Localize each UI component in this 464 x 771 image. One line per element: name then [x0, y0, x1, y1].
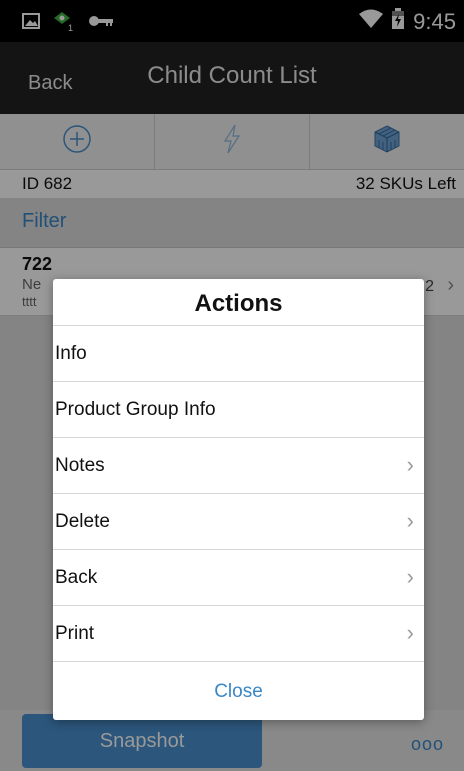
action-label: Info [55, 343, 87, 364]
chevron-right-icon: › [406, 452, 414, 477]
action-item-print[interactable]: Print › [53, 606, 424, 662]
action-item-info[interactable]: Info [53, 326, 424, 382]
action-item-notes[interactable]: Notes › [53, 438, 424, 494]
chevron-right-icon: › [406, 564, 414, 589]
action-label: Notes [55, 455, 105, 476]
close-button[interactable]: Close [53, 662, 424, 720]
action-label: Product Group Info [55, 399, 216, 420]
action-label: Print [55, 623, 95, 644]
action-label: Delete [55, 511, 110, 532]
chevron-right-icon: › [406, 508, 414, 533]
chevron-right-icon: › [406, 620, 414, 645]
action-item-delete[interactable]: Delete › [53, 494, 424, 550]
action-item-back[interactable]: Back › [53, 550, 424, 606]
dialog-title: Actions [53, 279, 424, 326]
action-label: Back [55, 567, 98, 588]
actions-dialog: Actions Info Product Group Info Notes › … [53, 279, 424, 720]
action-item-product-group-info[interactable]: Product Group Info [53, 382, 424, 438]
